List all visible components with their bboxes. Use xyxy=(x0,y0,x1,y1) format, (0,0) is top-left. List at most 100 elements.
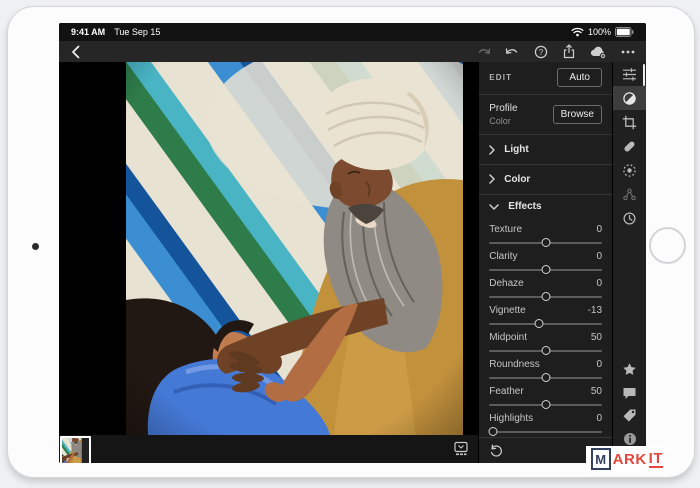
profile-value: Color xyxy=(489,116,517,126)
slider-roundness: Roundness 0 xyxy=(489,356,602,383)
svg-text:?: ? xyxy=(539,47,544,56)
slider-track[interactable] xyxy=(489,269,602,271)
edited-photo[interactable] xyxy=(126,62,463,435)
edit-icon xyxy=(622,91,637,106)
slider-track[interactable] xyxy=(489,404,602,406)
slider-track[interactable] xyxy=(489,242,602,244)
slider-label: Vignette xyxy=(489,305,526,316)
front-camera xyxy=(32,243,39,250)
slider-track[interactable] xyxy=(489,350,602,352)
slider-knob[interactable] xyxy=(541,292,550,301)
more-icon[interactable] xyxy=(621,50,635,54)
info-icon xyxy=(623,432,637,446)
tool-rail xyxy=(612,62,646,463)
presets-icon xyxy=(622,67,637,82)
slider-label: Feather xyxy=(489,386,523,397)
section-effects[interactable]: Effects xyxy=(489,195,602,220)
tool-optics[interactable] xyxy=(613,182,646,206)
effects-sliders: Texture0 Clarity 0 Dehaze 0 Vignette -13 xyxy=(489,219,602,437)
tool-comments[interactable] xyxy=(613,381,646,404)
photo-canvas[interactable] xyxy=(59,62,478,435)
tool-crop[interactable] xyxy=(613,110,646,134)
watermark-ark: ARK xyxy=(613,451,647,468)
undo-icon[interactable] xyxy=(505,45,520,58)
photo-thumbnail-selected[interactable] xyxy=(60,436,91,463)
help-icon[interactable]: ? xyxy=(534,45,548,59)
slider-value: -13 xyxy=(588,305,602,316)
slider-dehaze: Dehaze 0 xyxy=(489,275,602,302)
healing-brush-icon xyxy=(622,139,637,154)
tag-icon xyxy=(622,408,637,423)
slider-knob[interactable] xyxy=(541,265,550,274)
history-clock-icon xyxy=(622,211,637,226)
masking-brush-icon xyxy=(622,163,637,178)
slider-texture: Texture0 xyxy=(489,221,602,248)
filmstrip-toggle-icon[interactable] xyxy=(453,441,469,457)
tool-masking[interactable] xyxy=(613,158,646,182)
status-bar: 9:41 AM Tue Sep 15 100% xyxy=(59,23,646,41)
tool-presets[interactable] xyxy=(613,62,646,86)
status-date: Tue Sep 15 xyxy=(114,27,160,37)
top-toolbar: ? xyxy=(59,41,646,62)
tool-star-rating[interactable] xyxy=(613,358,646,381)
section-light-label: Light xyxy=(504,144,528,155)
filmstrip-bar xyxy=(59,435,478,463)
chevron-right-icon xyxy=(489,174,495,184)
slider-track[interactable] xyxy=(489,296,602,298)
slider-midpoint: Midpoint50 xyxy=(489,329,602,356)
section-color[interactable]: Color xyxy=(489,165,602,194)
slider-knob[interactable] xyxy=(541,238,550,247)
status-time: 9:41 AM xyxy=(71,27,105,37)
battery-icon xyxy=(615,27,634,37)
slider-highlights: Highlights 0 xyxy=(489,410,602,437)
optics-icon xyxy=(622,187,637,202)
edit-panel-title: EDIT xyxy=(489,73,512,82)
crop-icon xyxy=(622,115,637,130)
auto-button[interactable]: Auto xyxy=(557,68,602,87)
watermark-m-box: M xyxy=(591,448,611,470)
home-button[interactable] xyxy=(649,227,686,264)
slider-label: Roundness xyxy=(489,359,540,370)
slider-vignette: Vignette -13 xyxy=(489,302,602,329)
reset-icon[interactable] xyxy=(489,444,503,457)
chevron-right-icon xyxy=(489,145,495,155)
wifi-icon xyxy=(571,27,584,37)
slider-track[interactable] xyxy=(489,377,602,379)
slider-clarity: Clarity 0 xyxy=(489,248,602,275)
slider-value: 0 xyxy=(596,224,602,235)
slider-feather: Feather 50 xyxy=(489,383,602,410)
browse-button[interactable]: Browse xyxy=(553,105,602,124)
slider-value: 50 xyxy=(591,332,602,343)
cloud-sync-icon[interactable] xyxy=(590,45,607,59)
slider-knob[interactable] xyxy=(541,373,550,382)
markit-watermark: MARKIT xyxy=(586,446,669,474)
lightroom-app-screen: 9:41 AM Tue Sep 15 100% xyxy=(59,23,646,463)
section-light[interactable]: Light xyxy=(489,135,602,164)
tool-versions[interactable] xyxy=(613,206,646,230)
slider-knob[interactable] xyxy=(534,319,543,328)
slider-knob[interactable] xyxy=(541,346,550,355)
slider-label: Dehaze xyxy=(489,278,523,289)
tool-edit-selected[interactable] xyxy=(613,86,646,110)
slider-value: 50 xyxy=(591,386,602,397)
slider-knob[interactable] xyxy=(541,400,550,409)
slider-value: 0 xyxy=(596,413,602,424)
rail-scrollbar[interactable] xyxy=(643,64,645,86)
slider-track[interactable] xyxy=(489,431,602,433)
tool-healing[interactable] xyxy=(613,134,646,158)
slider-label: Clarity xyxy=(489,251,517,262)
tool-keywords[interactable] xyxy=(613,404,646,427)
slider-label: Highlights xyxy=(489,413,533,424)
slider-value: 0 xyxy=(596,251,602,262)
slider-track[interactable] xyxy=(489,323,602,325)
share-icon[interactable] xyxy=(562,44,576,59)
slider-value: 0 xyxy=(596,359,602,370)
star-icon xyxy=(622,362,637,377)
slider-knob[interactable] xyxy=(488,427,497,436)
section-color-label: Color xyxy=(504,174,530,185)
edit-panel: EDIT Auto Profile Color Browse Light xyxy=(478,62,612,463)
redo-icon[interactable] xyxy=(476,45,491,58)
profile-label: Profile xyxy=(489,103,517,114)
back-icon[interactable] xyxy=(70,45,82,59)
slider-value: 0 xyxy=(596,278,602,289)
